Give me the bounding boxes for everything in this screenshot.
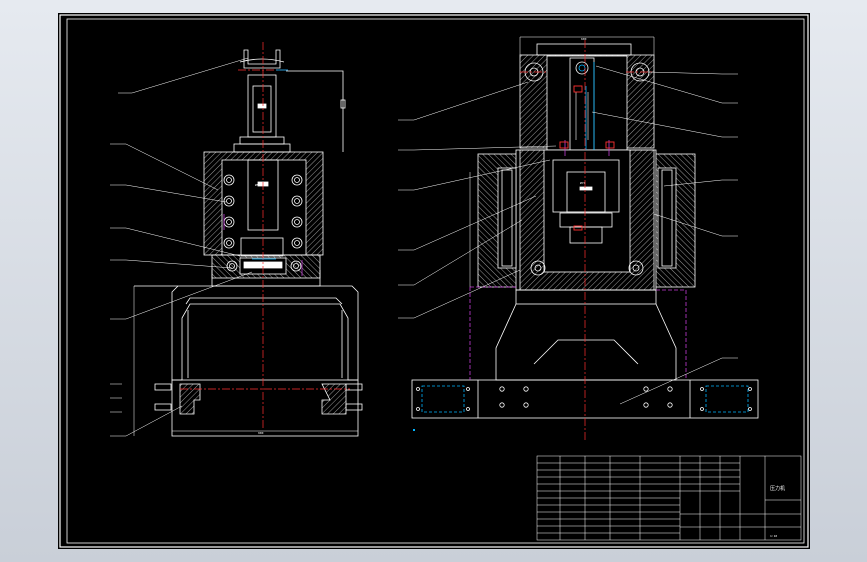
left-base-dimension: 900 (258, 431, 264, 435)
right-top-dimension: 600 (581, 37, 587, 41)
sheet-background (58, 13, 810, 549)
left-recess (497, 167, 517, 269)
left-bore-label: Ø50 (255, 182, 261, 187)
core-marker (579, 186, 593, 191)
cylinder-bore (221, 159, 307, 256)
title-block-scale: 1:10 (770, 534, 777, 538)
cad-viewport[interactable]: 900 Ø50 600 Ø70 压力机 1:10 (0, 0, 867, 562)
rod-marker (257, 103, 267, 109)
drawing-sheet: 900 Ø50 600 Ø70 压力机 1:10 (58, 13, 810, 549)
inner-cavity (543, 149, 631, 273)
title-block-name: 压力机 (770, 485, 785, 492)
origin-marker (413, 429, 415, 431)
